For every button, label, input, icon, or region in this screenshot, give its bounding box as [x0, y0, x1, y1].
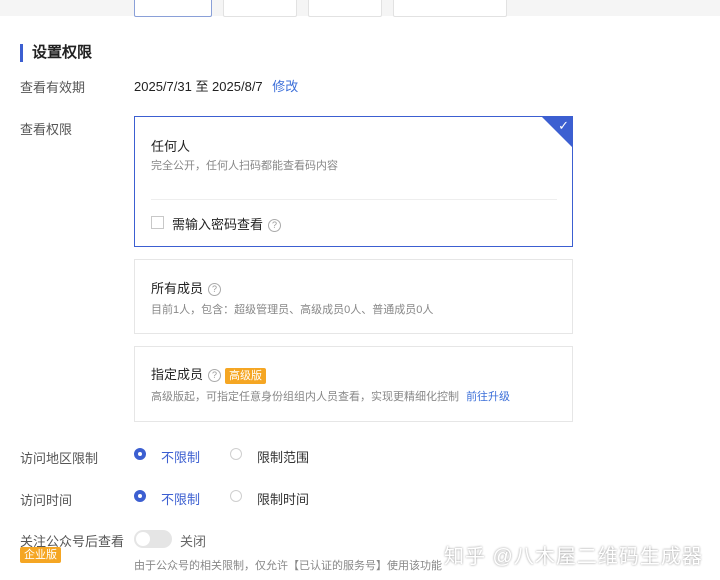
toggle-knob	[136, 532, 150, 546]
option-title: 任何人	[151, 139, 191, 154]
section-title: 设置权限	[20, 44, 92, 62]
follow-account-toggle[interactable]	[134, 530, 172, 548]
validity-label: 查看有效期	[20, 80, 86, 95]
help-icon[interactable]: ?	[208, 369, 222, 383]
validity-range: 2025/7/31 至 2025/8/7 修改	[134, 76, 298, 95]
time-radio-limited[interactable]	[230, 490, 242, 502]
validity-edit-link[interactable]: 修改	[272, 79, 298, 94]
tab-button-4[interactable]	[393, 0, 507, 17]
time-limit-label: 访问时间	[20, 493, 73, 508]
region-radio-limited[interactable]	[230, 448, 242, 460]
time-option-limited[interactable]: 限制时间	[257, 489, 309, 508]
option-title: 指定成员	[151, 367, 204, 382]
tab-button-1[interactable]	[134, 0, 212, 17]
follow-account-note: 由于公众号的相关限制，仅允许【已认证的服务号】使用该功能	[134, 560, 442, 572]
time-radio-unlimited[interactable]	[134, 490, 146, 502]
option-title-wrap: 所有成员?	[151, 278, 222, 297]
divider	[151, 199, 557, 200]
validity-range-text: 2025/7/31 至 2025/8/7	[134, 79, 263, 94]
option-title-wrap: 指定成员? 高级版	[151, 364, 267, 384]
option-desc: 目前1人，包含：超级管理员、高级成员0人、普通成员0人	[151, 304, 434, 316]
region-limit-label: 访问地区限制	[20, 451, 99, 466]
tab-button-3[interactable]	[308, 0, 382, 17]
permission-option-all-members[interactable]: 所有成员? 目前1人，包含：超级管理员、高级成员0人、普通成员0人	[134, 259, 573, 334]
help-icon[interactable]: ?	[268, 219, 282, 233]
option-desc: 完全公开，任何人扫码都能查看码内容	[151, 160, 338, 172]
region-radio-unlimited[interactable]	[134, 448, 146, 460]
watermark: 知乎 @八木屋二维码生成器	[444, 546, 703, 568]
password-checkbox-label-wrap: 需输入密码查看?	[172, 214, 282, 233]
upgrade-link[interactable]: 前往升级	[466, 391, 510, 403]
check-icon: ✓	[558, 118, 569, 133]
pro-badge: 高级版	[225, 367, 267, 384]
toggle-label: 关闭	[180, 534, 207, 549]
password-checkbox-label: 需输入密码查看	[172, 217, 264, 232]
region-option-unlimited[interactable]: 不限制	[161, 447, 200, 466]
permissions-label: 查看权限	[20, 122, 73, 137]
permission-option-anyone[interactable]: ✓ 任何人 完全公开，任何人扫码都能查看码内容 需输入密码查看?	[134, 116, 573, 247]
permission-option-specified-members[interactable]: 指定成员? 高级版 高级版起，可指定任意身份组组内人员查看，实现更精细化控制 前往…	[134, 346, 573, 422]
enterprise-badge: 企业版	[20, 547, 61, 563]
time-option-unlimited[interactable]: 不限制	[161, 489, 200, 508]
tab-button-2[interactable]	[223, 0, 297, 17]
help-icon[interactable]: ?	[208, 283, 222, 297]
option-title: 所有成员	[151, 281, 204, 296]
password-checkbox[interactable]	[151, 216, 164, 229]
option-desc: 高级版起，可指定任意身份组组内人员查看，实现更精细化控制	[151, 391, 459, 403]
region-option-limited[interactable]: 限制范围	[257, 447, 309, 466]
option-desc-wrap: 高级版起，可指定任意身份组组内人员查看，实现更精细化控制 前往升级	[151, 388, 510, 404]
